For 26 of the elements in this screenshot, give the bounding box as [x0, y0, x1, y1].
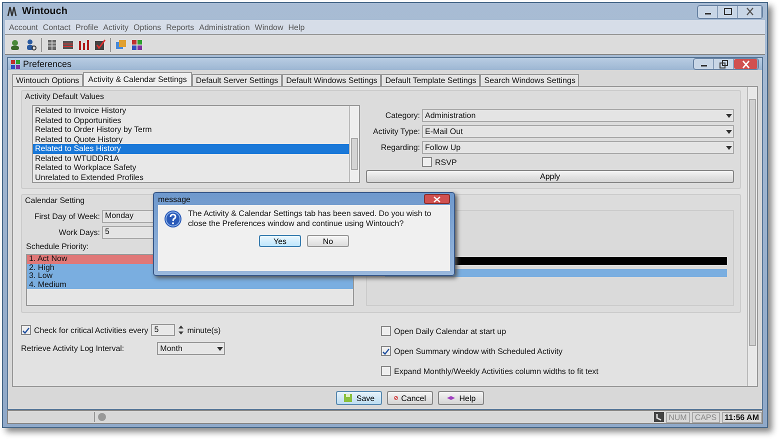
- field-label: Schedule Priority:: [26, 242, 90, 251]
- window-title: Wintouch: [22, 6, 68, 17]
- window-title: Preferences: [23, 59, 72, 69]
- dropdown-value: Follow Up: [425, 143, 461, 152]
- dropdown-value: Month: [160, 344, 182, 353]
- dropdown-value: Administration: [425, 111, 476, 120]
- checkbox-label: Expand Monthly/Weekly Activities column widths to fit text: [394, 366, 598, 376]
- dropdown-value: E-Mail Out: [425, 127, 463, 136]
- section-title: Calendar Setting: [24, 195, 86, 206]
- field-label: Category:: [384, 111, 420, 120]
- unit-label: minute(s): [187, 326, 221, 334]
- section-title: Activity Default Values: [24, 91, 105, 102]
- field-label: Retrieve Activity Log Interval:: [21, 344, 124, 353]
- checkbox-label: RSVP: [435, 158, 457, 166]
- dialog-message: The Activity & Calendar Settings tab has been saved. Do you wish to close the Preferences window and continue using Wintouch?: [188, 209, 432, 229]
- field-label: Activity Type:: [372, 127, 420, 136]
- status-indicator: CAPS: [692, 412, 720, 422]
- checkbox-label: Check for critical Activities every: [34, 326, 148, 334]
- dialog-title: message: [158, 194, 190, 204]
- clock-text: 11:56 AM: [722, 412, 762, 422]
- status-indicator: NUM: [666, 412, 690, 422]
- field-label: Regarding:: [380, 143, 420, 152]
- checkbox-label: Open Daily Calendar at start up: [394, 326, 506, 336]
- checkbox-label: Open Summary window with Scheduled Activity: [394, 346, 563, 356]
- field-label: First Day of Week:: [33, 212, 100, 221]
- field-label: Work Days:: [58, 228, 100, 237]
